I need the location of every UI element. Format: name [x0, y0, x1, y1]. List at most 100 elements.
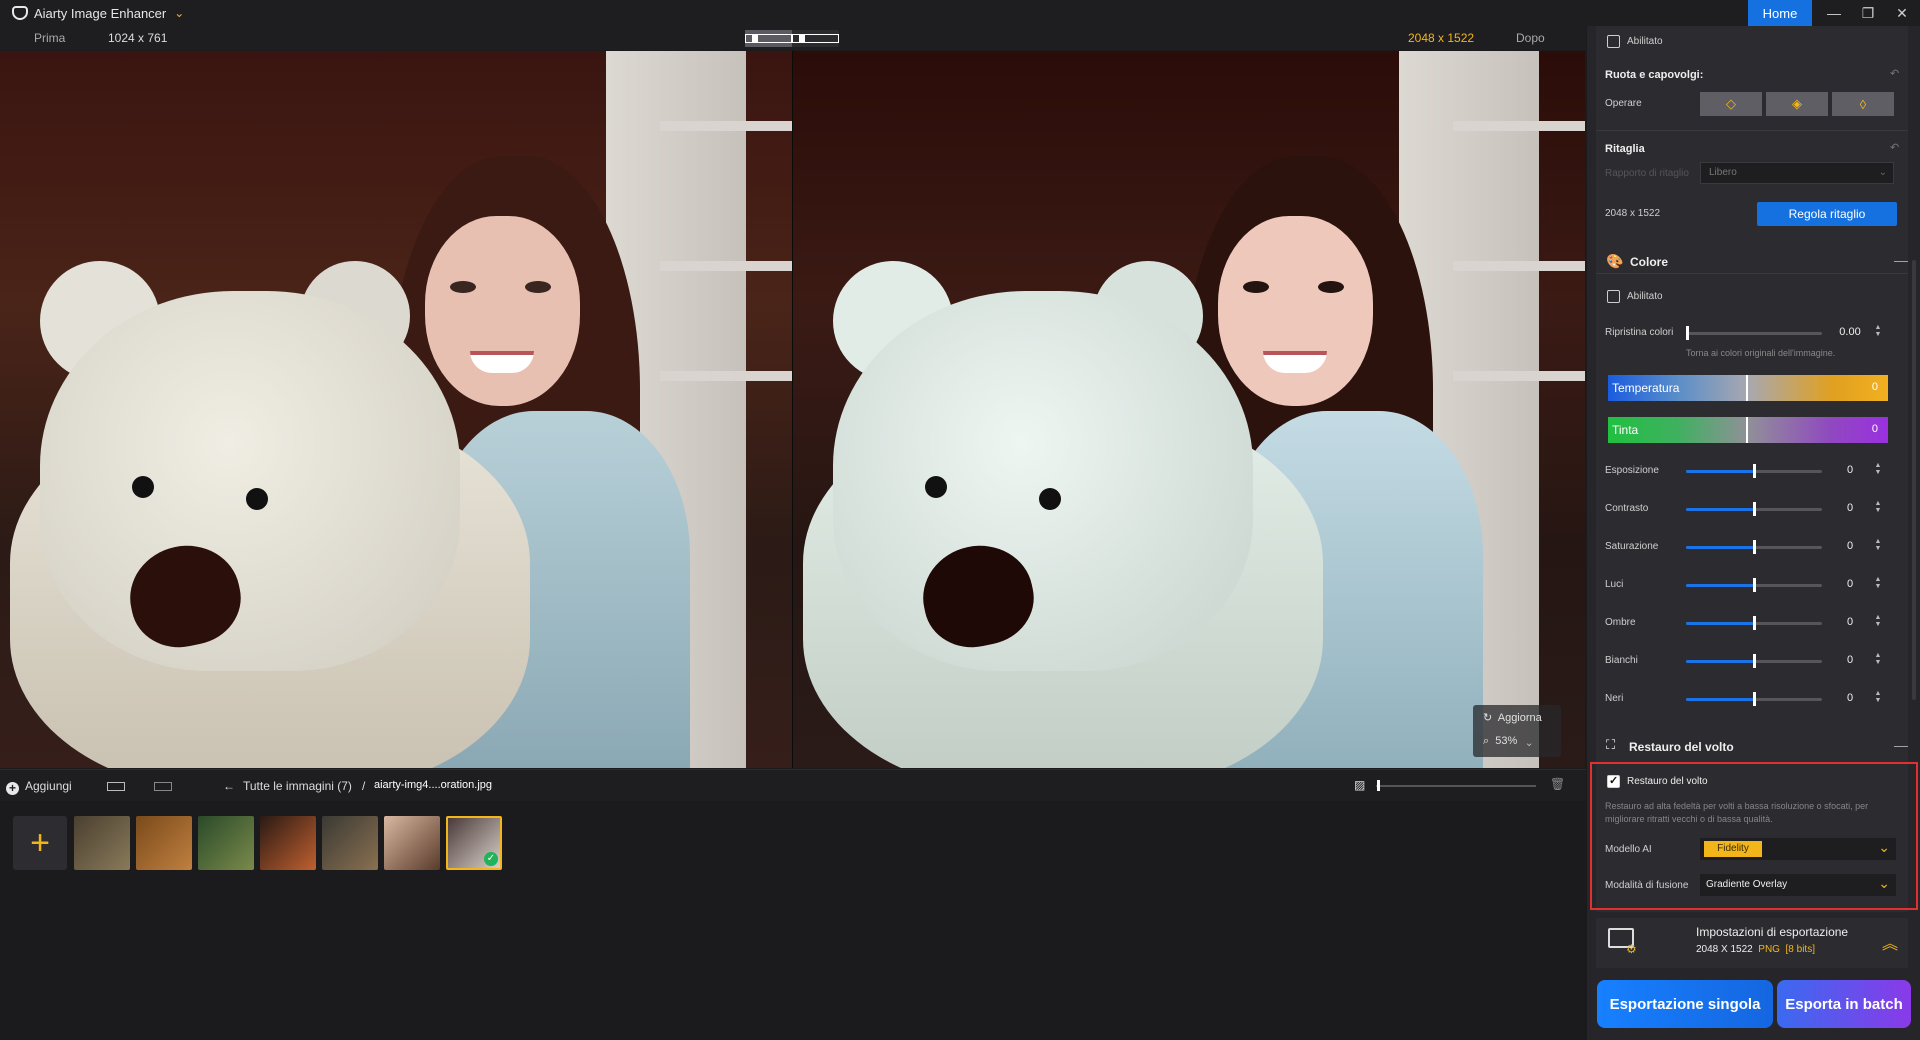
neri-value[interactable]: 0	[1833, 689, 1867, 707]
restore-button[interactable]: ❐	[1850, 0, 1886, 26]
rotate-button[interactable]: ◇	[1700, 92, 1762, 116]
reset-colors-slider[interactable]	[1686, 332, 1822, 335]
collapse-face-icon[interactable]: —	[1894, 737, 1908, 753]
all-images-link[interactable]: Tutte le immagini (7)	[243, 779, 352, 793]
reset-rotate-icon[interactable]: ↶	[1890, 67, 1899, 80]
flip-vertical-button[interactable]: ◊	[1832, 92, 1894, 116]
saturazione-value[interactable]: 0	[1833, 537, 1867, 555]
face-restore-checkbox[interactable]	[1607, 774, 1620, 788]
flip-horizontal-button[interactable]: ◈	[1766, 92, 1828, 116]
collapse-color-icon[interactable]: —	[1894, 252, 1908, 268]
stepper-icon[interactable]: ▲ ▼	[1872, 652, 1884, 666]
bear-eye	[925, 476, 947, 498]
stepper-icon[interactable]: ▲ ▼	[1872, 538, 1884, 552]
thumbnail-woman[interactable]	[384, 816, 440, 870]
refresh-button[interactable]: ↻ Aggiorna	[1483, 711, 1542, 724]
thumbnail-owl[interactable]	[74, 816, 130, 870]
double-chevron-up-icon[interactable]: ︽	[1882, 930, 1898, 954]
thumbnail-size-knob[interactable]	[1377, 780, 1380, 791]
before-image[interactable]	[0, 51, 792, 768]
stepper-icon[interactable]: ▲ ▼	[1872, 690, 1884, 704]
temperature-bar[interactable]: Temperatura 0	[1608, 375, 1888, 401]
magnifier-icon: ⌕	[1483, 735, 1490, 747]
chevron-down-icon: ⌄	[1878, 167, 1887, 178]
luci-knob[interactable]	[1753, 578, 1756, 592]
trash-icon[interactable]: 🗑	[1550, 777, 1565, 791]
contrasto-knob[interactable]	[1753, 502, 1756, 516]
reset-crop-icon[interactable]: ↶	[1890, 141, 1899, 154]
export-details: 2048 X 1522 PNG [8 bits]	[1696, 944, 1815, 955]
ombre-knob[interactable]	[1753, 616, 1756, 630]
eye	[1318, 281, 1344, 293]
after-size: 2048 x 1522	[1408, 31, 1475, 45]
saturazione-slider-fill	[1686, 546, 1754, 549]
home-button[interactable]: Home	[1748, 0, 1812, 26]
bianchi-value[interactable]: 0	[1833, 651, 1867, 669]
eye	[1243, 281, 1269, 293]
saturazione-knob[interactable]	[1753, 540, 1756, 554]
adjust-crop-button[interactable]: Regola ritaglio	[1757, 202, 1897, 226]
shelf	[660, 261, 792, 271]
add-image-button[interactable]: +	[13, 816, 67, 870]
thumbnail-size-slider[interactable]	[1376, 785, 1536, 787]
add-button[interactable]: + Aggiungi	[6, 779, 72, 795]
reset-colors-value[interactable]: 0.00	[1833, 323, 1867, 341]
side-by-side-button[interactable]	[792, 30, 839, 47]
panel-scrollbar[interactable]	[1912, 260, 1916, 700]
temperature-knob[interactable]	[1746, 375, 1748, 401]
grid-view-icon[interactable]	[107, 782, 125, 791]
color-enabled-checkbox[interactable]	[1607, 290, 1620, 303]
esposizione-slider-fill	[1686, 470, 1754, 473]
tint-knob[interactable]	[1746, 417, 1748, 443]
esposizione-value[interactable]: 0	[1833, 461, 1867, 479]
back-arrow-icon[interactable]: ←	[223, 779, 235, 793]
blend-mode-select[interactable]: Gradiente Overlay ⌄	[1700, 874, 1896, 896]
stepper-icon[interactable]: ▲ ▼	[1872, 500, 1884, 514]
zoom-select[interactable]: ⌕ 53% ⌄	[1483, 735, 1532, 748]
rotate-title: Ruota e capovolgi:	[1605, 69, 1704, 81]
add-label: Aggiungi	[25, 779, 72, 793]
thumbnail-burger[interactable]	[260, 816, 316, 870]
bianchi-slider-fill	[1686, 660, 1754, 663]
stepper-icon[interactable]: ▲ ▼	[1872, 324, 1884, 338]
ai-model-select[interactable]: Fidelity ⌄	[1700, 838, 1896, 860]
tint-bar[interactable]: Tinta 0	[1608, 417, 1888, 443]
bianchi-knob[interactable]	[1753, 654, 1756, 668]
title-bar: Aiarty Image Enhancer ⌄	[0, 0, 1920, 26]
shelf	[660, 371, 792, 381]
reset-colors-knob[interactable]	[1686, 326, 1689, 340]
bear-eye	[132, 476, 154, 498]
crop-ratio-select[interactable]: Libero ⌄	[1700, 162, 1894, 184]
crop-size: 2048 x 1522	[1605, 208, 1661, 219]
thumbnail-dog[interactable]	[322, 816, 378, 870]
export-settings[interactable]: ⚙ Impostazioni di esportazione 2048 X 15…	[1596, 918, 1908, 968]
face-restore-label: Restauro del volto	[1627, 776, 1708, 787]
contrasto-value[interactable]: 0	[1833, 499, 1867, 517]
thumbnail-tiger[interactable]	[136, 816, 192, 870]
stepper-icon[interactable]: ▲ ▼	[1872, 576, 1884, 590]
palette-icon: 🎨	[1606, 253, 1624, 269]
stepper-icon[interactable]: ▲ ▼	[1872, 462, 1884, 476]
chevron-down-icon: ⌄	[1878, 875, 1890, 891]
luci-value[interactable]: 0	[1833, 575, 1867, 593]
operate-label: Operare	[1605, 98, 1642, 109]
esposizione-knob[interactable]	[1753, 464, 1756, 478]
minimize-button[interactable]: —	[1816, 0, 1852, 26]
split-view-button[interactable]	[745, 30, 792, 47]
breadcrumb-separator: /	[362, 779, 366, 793]
reset-colors-label: Ripristina colori	[1605, 327, 1674, 338]
enabled-checkbox[interactable]	[1607, 35, 1620, 48]
thumbnail-bear-girl[interactable]: ✓	[446, 816, 502, 870]
ombre-slider-fill	[1686, 622, 1754, 625]
export-batch-button[interactable]: Esporta in batch	[1777, 980, 1911, 1028]
neri-knob[interactable]	[1753, 692, 1756, 706]
ombre-value[interactable]: 0	[1833, 613, 1867, 631]
stepper-icon[interactable]: ▲ ▼	[1872, 614, 1884, 628]
list-view-icon[interactable]	[154, 782, 172, 791]
luci-label: Luci	[1605, 579, 1624, 590]
after-image[interactable]	[793, 51, 1585, 768]
close-button[interactable]: ✕	[1884, 0, 1920, 26]
export-single-button[interactable]: Esportazione singola	[1597, 980, 1773, 1028]
thumbnail-forest-cat[interactable]	[198, 816, 254, 870]
chevron-down-icon[interactable]: ⌄	[174, 6, 184, 20]
